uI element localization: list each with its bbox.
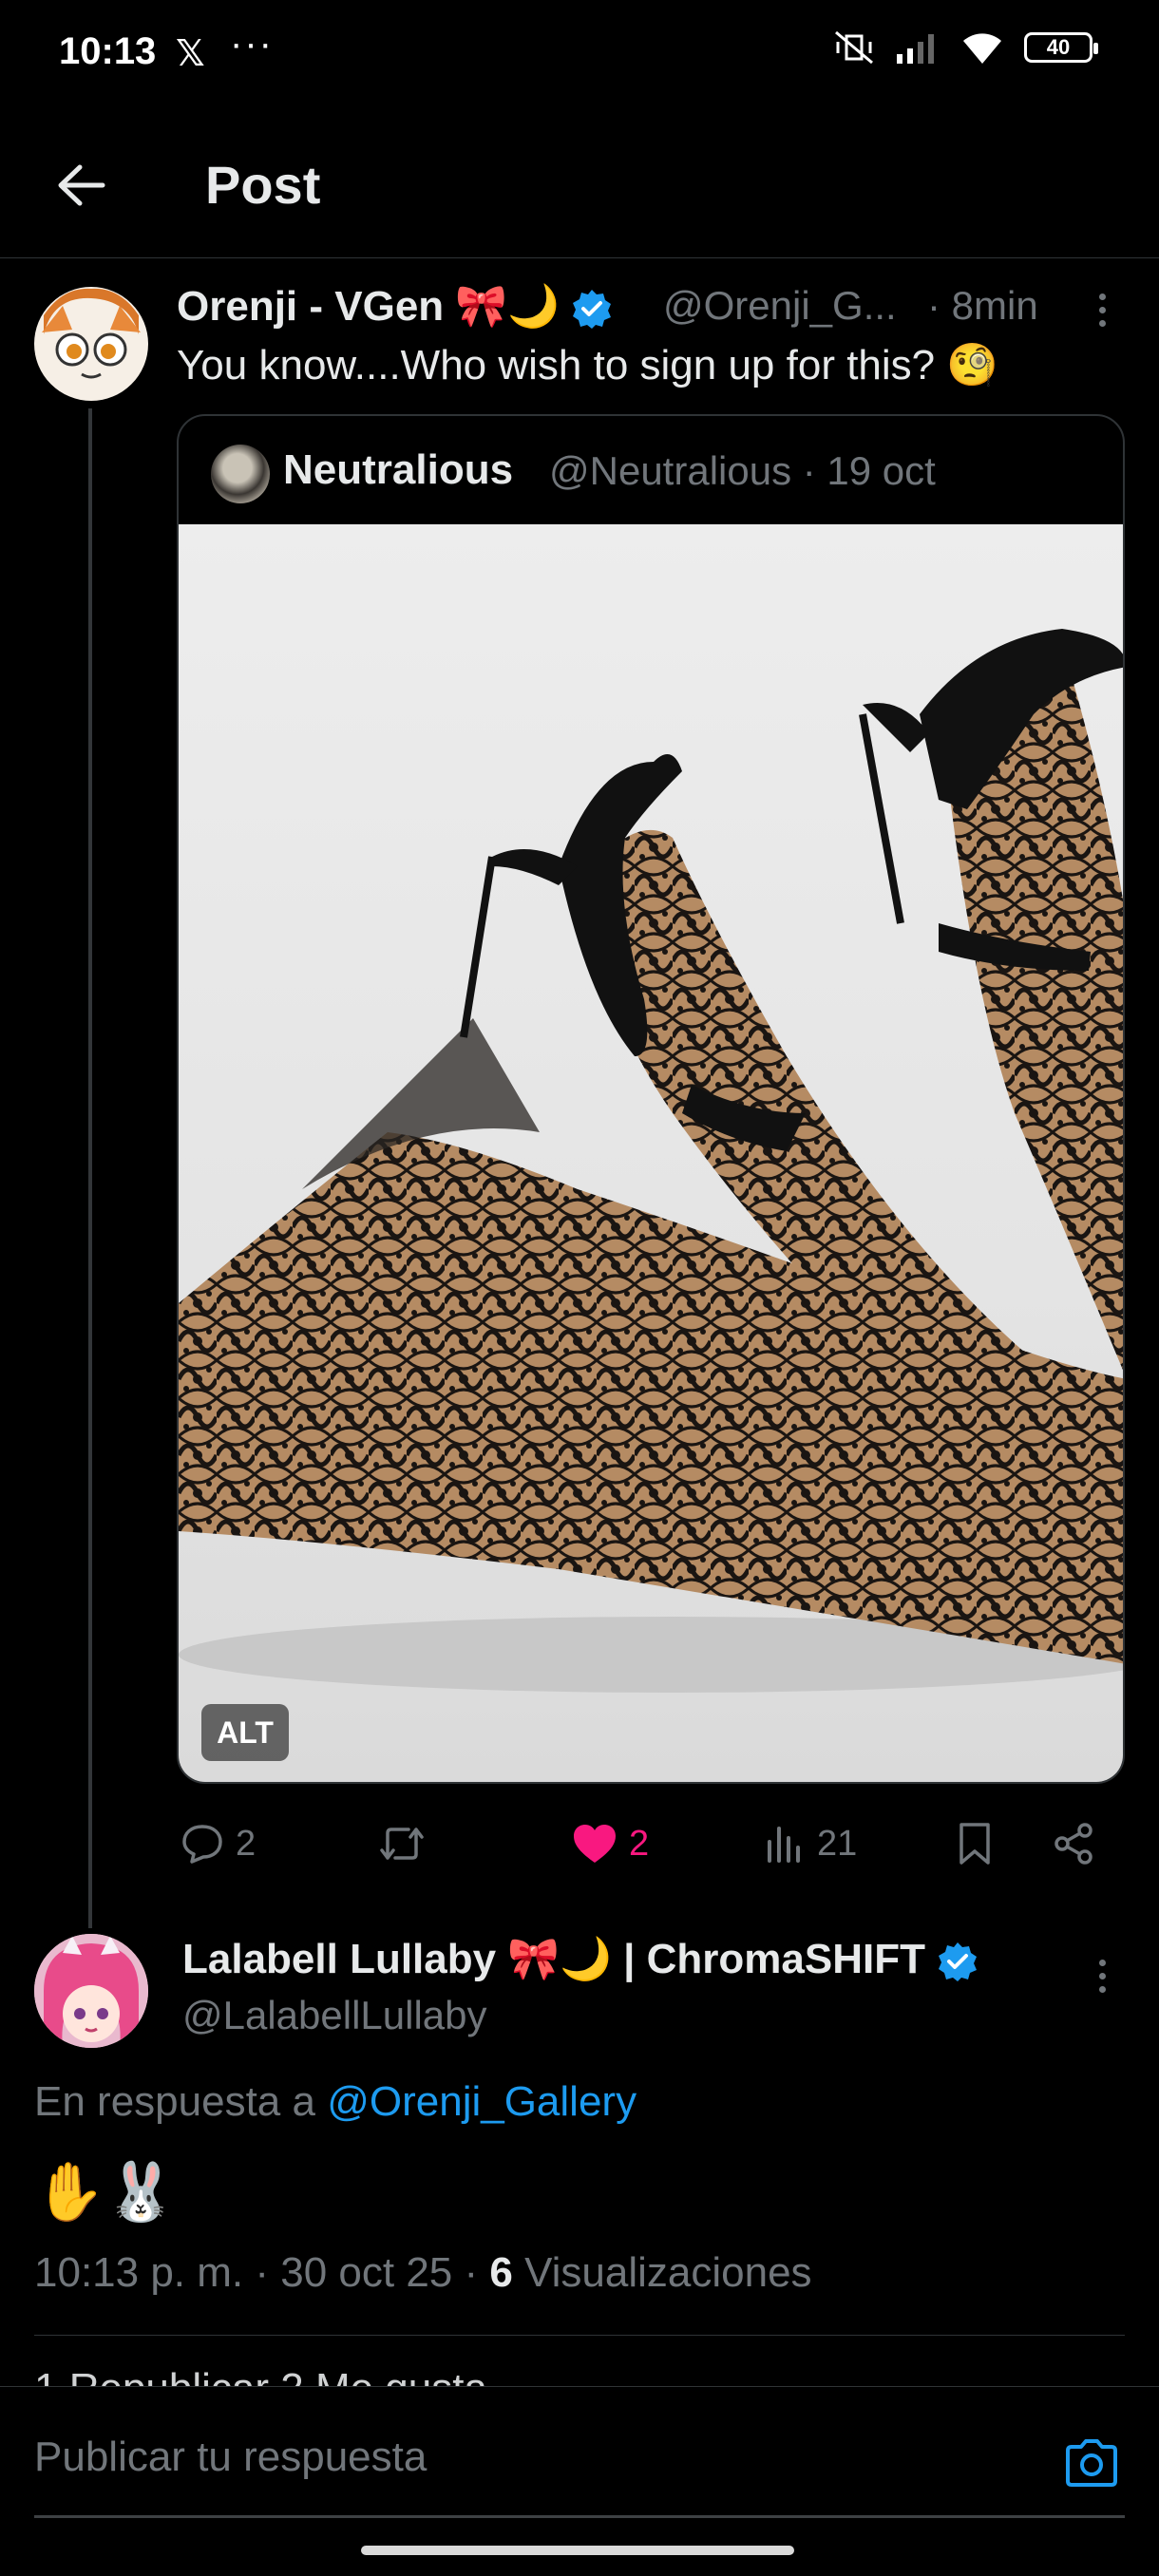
dot [1098, 293, 1106, 300]
dot [1098, 306, 1106, 313]
views-chart-icon [768, 1827, 800, 1863]
in-reply-to: En respuesta a @Orenji_Gallery [34, 2078, 637, 2125]
reply-handle[interactable]: @LalabellLullaby [182, 1993, 487, 2038]
tweet-author-name[interactable]: Orenji - VGen 🎀🌙 [177, 281, 613, 331]
home-indicator[interactable] [361, 2546, 794, 2555]
camera-button[interactable] [1062, 2434, 1121, 2492]
views-count: 21 [817, 1823, 858, 1864]
reply-text: ✋🐰 [34, 2160, 177, 2224]
camera-icon [1066, 2439, 1117, 2487]
arrow-left-icon [58, 164, 105, 206]
verified-badge-icon [939, 1942, 978, 1982]
alt-text-badge[interactable]: ALT [201, 1704, 289, 1761]
reply-more-button[interactable] [1083, 1947, 1121, 2004]
top-bar: Post [0, 114, 1159, 258]
views-button[interactable]: 21 [764, 1810, 857, 1877]
reply-author-name[interactable]: Lalabell Lullaby 🎀🌙 | ChromaSHIFT [182, 1934, 978, 1983]
avatar[interactable] [34, 287, 148, 401]
dot [1098, 319, 1106, 327]
dot [1098, 1985, 1106, 1993]
page-title: Post [205, 155, 321, 215]
heart-filled-icon [574, 1825, 616, 1863]
signal-icon [897, 34, 934, 64]
wifi-icon [963, 33, 1001, 64]
tweet-actions: 2 2 21 [177, 1810, 1127, 1877]
back-button[interactable] [48, 152, 114, 218]
thread-line [88, 408, 92, 1928]
repost-icon [380, 1828, 424, 1860]
quoted-avatar [211, 445, 270, 503]
mute-vibrate-icon [835, 30, 873, 65]
photo-illustration [179, 629, 1123, 1693]
reply-count: 2 [236, 1823, 256, 1864]
like-button[interactable]: 2 [572, 1810, 649, 1877]
like-count: 2 [629, 1823, 650, 1864]
battery-icon: 40 [1024, 32, 1098, 63]
more-notifications-icon: ··· [230, 23, 274, 65]
quoted-media-image[interactable]: ALT [179, 524, 1123, 1782]
dot [1098, 1972, 1106, 1979]
quoted-handle-date: @Neutralious · 19 oct [549, 448, 936, 493]
bookmark-button[interactable] [956, 1810, 994, 1877]
avatar[interactable] [34, 1934, 148, 2048]
battery-level: 40 [1046, 35, 1071, 59]
status-icons: 40 [832, 28, 1098, 66]
tweet-time: · 8min [927, 283, 1038, 328]
repost-button[interactable] [376, 1810, 439, 1877]
reply-icon [182, 1825, 222, 1864]
lalabell-avatar-icon [34, 1934, 148, 2048]
bookmark-icon [960, 1823, 990, 1865]
tweet-handle[interactable]: @Orenji_G... [663, 283, 897, 329]
share-button[interactable] [1051, 1810, 1096, 1877]
dot [1098, 1959, 1106, 1966]
views-label: Visualizaciones [512, 2249, 812, 2296]
quoted-author-name: Neutralious [283, 446, 514, 493]
x-logo-icon: 𝕏 [176, 34, 205, 74]
views-number: 6 [489, 2249, 513, 2296]
divider [34, 2335, 1125, 2336]
orenji-avatar-icon [42, 288, 141, 379]
reply-meta: 10:13 p. m. · 30 oct 25 · 6 Visualizacio… [34, 2249, 812, 2297]
verified-badge-icon [573, 290, 612, 330]
share-icon [1054, 1823, 1092, 1865]
reply-input[interactable]: Publicar tu respuesta [34, 2434, 427, 2481]
reply-button[interactable]: 2 [180, 1810, 256, 1877]
engagement-stats-partial[interactable]: 1 Republicar 2 Me gusta [34, 2365, 487, 2386]
status-time: 10:13 [59, 30, 157, 72]
status-bar: 10:13 𝕏 ··· 40 [0, 0, 1159, 114]
mention-link[interactable]: @Orenji_Gallery [327, 2078, 636, 2125]
tweet-more-button[interactable] [1083, 281, 1121, 338]
reply-timestamp: 10:13 p. m. · 30 oct 25 · [34, 2249, 490, 2296]
input-underline [34, 2515, 1125, 2518]
quoted-tweet-card[interactable]: Neutralious @Neutralious · 19 oct ALT [177, 414, 1125, 1784]
tweet-text: You know....Who wish to sign up for this… [177, 342, 999, 388]
